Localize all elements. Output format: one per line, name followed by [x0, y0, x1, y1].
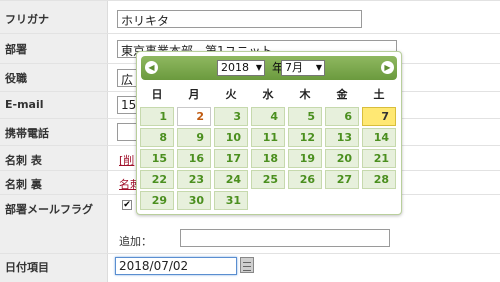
- year-select[interactable]: 2018 ▼: [217, 60, 265, 76]
- calendar-day[interactable]: 13: [325, 128, 359, 147]
- dept-mail-flag-checkbox[interactable]: ✔: [122, 200, 132, 210]
- department-label: 部署: [5, 43, 27, 56]
- calendar-day[interactable]: 12: [288, 128, 322, 147]
- dept-mail-flag-label: 部署メールフラグ: [5, 203, 93, 216]
- calendar-day[interactable]: 4: [251, 107, 285, 126]
- next-month-icon[interactable]: ▶: [381, 61, 394, 74]
- card-front-delete-link[interactable]: [削: [119, 152, 134, 168]
- mobile-label: 携帯電話: [5, 127, 49, 140]
- calendar-day[interactable]: 25: [251, 170, 285, 189]
- weekday-header: 木: [299, 88, 311, 101]
- email-label-cell: E-mail: [0, 92, 108, 119]
- date-item-label-cell: 日付項目: [0, 254, 108, 282]
- weekday-header: 火: [225, 88, 237, 101]
- calendar-day[interactable]: 19: [288, 149, 322, 168]
- chevron-down-icon: ▼: [315, 63, 322, 72]
- calendar-day[interactable]: 15: [140, 149, 174, 168]
- furigana-input[interactable]: ホリキタ: [117, 10, 362, 28]
- card-back-label-cell: 名刺 裏: [0, 171, 108, 195]
- calendar-day[interactable]: 31: [214, 191, 248, 210]
- prev-month-icon[interactable]: ◀: [145, 61, 158, 74]
- dept-mail-flag-label-cell: 部署メールフラグ: [0, 195, 108, 254]
- datepicker-popup: ◀ 2018 ▼ 年 7月 ▼ ▶ 日月火水木金土 1 2 3 4 5 6 7 8 9 10 11 12…: [136, 51, 402, 215]
- calendar-day[interactable]: 27: [325, 170, 359, 189]
- calendar-day[interactable]: 6: [325, 107, 359, 126]
- calendar-icon[interactable]: [240, 257, 254, 273]
- row-furigana: フリガナ ホリキタ: [0, 0, 500, 34]
- calendar-day[interactable]: 10: [214, 128, 248, 147]
- chevron-down-icon: ▼: [255, 63, 262, 72]
- row-date-item: 日付項目 2018/07/02: [0, 253, 500, 282]
- month-select[interactable]: 7月 ▼: [281, 60, 325, 76]
- calendar-day[interactable]: 17: [214, 149, 248, 168]
- calendar-day[interactable]: 18: [251, 149, 285, 168]
- calendar-day[interactable]: 11: [251, 128, 285, 147]
- calendar-day[interactable]: 24: [214, 170, 248, 189]
- calendar-day[interactable]: 29: [140, 191, 174, 210]
- calendar-day[interactable]: 16: [177, 149, 211, 168]
- weekday-header: 金: [336, 88, 348, 101]
- calendar-day[interactable]: 8: [140, 128, 174, 147]
- calendar-day[interactable]: 2: [177, 107, 211, 126]
- month-select-value: 7月: [285, 61, 303, 74]
- calendar-day[interactable]: 26: [288, 170, 322, 189]
- furigana-label: フリガナ: [5, 13, 49, 26]
- card-front-label-cell: 名刺 表: [0, 146, 108, 171]
- date-item-label: 日付項目: [5, 261, 49, 274]
- add-input[interactable]: [180, 229, 390, 247]
- position-label: 役職: [5, 72, 27, 85]
- year-select-value: 2018: [221, 61, 249, 74]
- date-input[interactable]: 2018/07/02: [115, 257, 237, 275]
- add-label: 追加：: [119, 235, 152, 248]
- calendar-day[interactable]: 23: [177, 170, 211, 189]
- calendar-day[interactable]: 9: [177, 128, 211, 147]
- furigana-label-cell: フリガナ: [0, 1, 108, 34]
- calendar-day[interactable]: 22: [140, 170, 174, 189]
- calendar-day[interactable]: 20: [325, 149, 359, 168]
- weekday-header: 月: [188, 88, 200, 101]
- card-back-label: 名刺 裏: [5, 178, 42, 191]
- email-label: E-mail: [5, 98, 44, 111]
- card-front-label: 名刺 表: [5, 154, 42, 167]
- department-label-cell: 部署: [0, 34, 108, 64]
- calendar-day[interactable]: 7: [362, 107, 396, 126]
- calendar-day[interactable]: 1: [140, 107, 174, 126]
- calendar-day[interactable]: 5: [288, 107, 322, 126]
- calendar-day[interactable]: 14: [362, 128, 396, 147]
- calendar-day[interactable]: 28: [362, 170, 396, 189]
- calendar-day[interactable]: 21: [362, 149, 396, 168]
- datepicker-header: ◀ 2018 ▼ 年 7月 ▼ ▶: [141, 56, 397, 80]
- calendar-day[interactable]: 30: [177, 191, 211, 210]
- weekday-header: 日: [151, 88, 163, 101]
- weekday-header: 水: [262, 88, 274, 101]
- weekday-header: 土: [373, 88, 385, 101]
- position-label-cell: 役職: [0, 64, 108, 92]
- mobile-label-cell: 携帯電話: [0, 119, 108, 146]
- calendar-day[interactable]: 3: [214, 107, 248, 126]
